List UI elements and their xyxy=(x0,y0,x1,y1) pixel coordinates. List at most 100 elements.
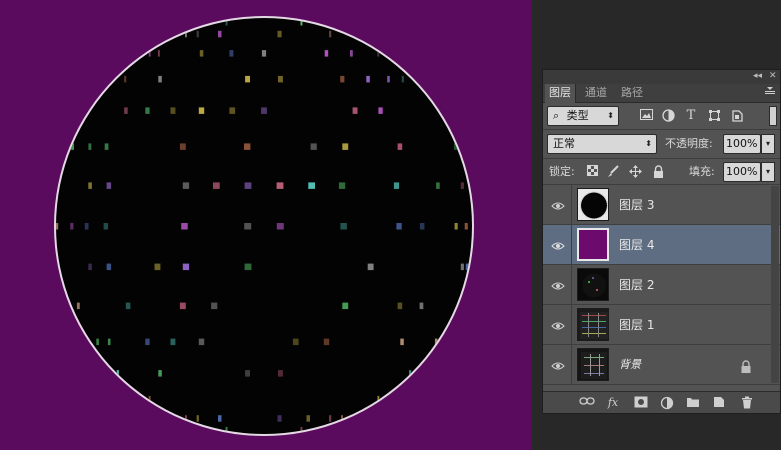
layer-name: 图层 4 xyxy=(619,238,655,252)
mirror-tile xyxy=(419,223,425,230)
fx-icon[interactable]: fx xyxy=(605,396,621,410)
layer-row[interactable]: 图层 3 xyxy=(543,185,780,225)
filter-toggle-switch[interactable] xyxy=(769,106,777,126)
layer-list: 图层 3 图层 4 图层 2 图层 1 背景 xyxy=(543,185,780,387)
mirror-tile xyxy=(401,75,404,83)
mirror-tile xyxy=(306,415,310,422)
mirror-tile xyxy=(196,415,199,422)
mirror-tile xyxy=(106,182,112,189)
mirror-tile xyxy=(181,223,188,230)
mirror-tile xyxy=(329,415,332,422)
mirror-tile xyxy=(454,223,458,230)
layer-name: 图层 3 xyxy=(619,198,655,212)
link-layers-icon[interactable] xyxy=(579,396,595,410)
lock-all-icon[interactable] xyxy=(651,165,665,179)
layer-name: 图层 1 xyxy=(619,318,655,332)
eye-icon[interactable] xyxy=(551,318,565,332)
mirror-tile xyxy=(244,263,252,271)
new-group-icon[interactable] xyxy=(685,396,701,410)
mirror-tile xyxy=(244,143,251,150)
chevron-updown-icon: ⬍ xyxy=(645,139,652,148)
lock-transparent-pixels-icon[interactable] xyxy=(585,165,599,179)
tab-layers[interactable]: 图层 xyxy=(545,84,576,103)
lock-position-icon[interactable] xyxy=(628,165,642,179)
mirror-tile xyxy=(96,338,99,346)
layers-panel: ◂◂ ✕ 图层 通道 路径 ⌕ 类型 ⬍ T 正常 ⬍ 不透明度: 100% ▾… xyxy=(542,69,781,414)
mirror-tile xyxy=(323,338,330,346)
eye-icon[interactable] xyxy=(551,238,565,252)
fill-input[interactable]: 100% xyxy=(723,162,761,182)
mirror-tile xyxy=(229,50,234,57)
disco-ball-image xyxy=(54,16,474,436)
mirror-tile xyxy=(460,182,464,189)
mirror-tile xyxy=(342,302,349,310)
mirror-tile xyxy=(419,302,424,310)
photoshop-window: ◂◂ ✕ 图层 通道 路径 ⌕ 类型 ⬍ T 正常 ⬍ 不透明度: 100% ▾… xyxy=(0,0,781,450)
mirror-tile xyxy=(387,75,390,83)
mirror-tile xyxy=(352,107,358,114)
layer-row[interactable]: 图层 1 xyxy=(543,305,780,345)
layer-name: 背景 xyxy=(619,358,641,371)
mirror-tile xyxy=(400,338,404,346)
tab-channels[interactable]: 通道 xyxy=(581,84,611,103)
layer-filter-dropdown[interactable]: ⌕ 类型 ⬍ xyxy=(547,106,619,126)
tab-paths[interactable]: 路径 xyxy=(617,84,647,103)
opacity-input[interactable]: 100% xyxy=(723,134,761,154)
hamburger-menu-icon[interactable] xyxy=(764,86,776,99)
divider xyxy=(543,158,780,159)
mirror-tile xyxy=(397,143,403,150)
lock-image-pixels-icon[interactable] xyxy=(606,165,620,179)
document-canvas[interactable] xyxy=(0,0,531,450)
collapse-panel-button[interactable]: ◂◂ xyxy=(753,71,762,82)
mirror-tile xyxy=(397,302,403,310)
eye-icon[interactable] xyxy=(551,358,565,372)
blend-mode-dropdown[interactable]: 正常 ⬍ xyxy=(547,134,657,154)
new-layer-icon[interactable] xyxy=(711,396,727,410)
delete-layer-icon[interactable] xyxy=(739,396,755,410)
image-filter-icon[interactable] xyxy=(639,109,653,123)
smart-object-filter-icon[interactable] xyxy=(730,109,744,123)
mirror-tile xyxy=(218,415,222,422)
mirror-tile xyxy=(198,338,205,346)
layers-scrollbar[interactable] xyxy=(771,186,779,383)
lock-icon xyxy=(740,358,752,373)
mirror-tile xyxy=(179,143,186,150)
type-filter-icon[interactable]: T xyxy=(684,109,698,123)
adjustment-filter-icon[interactable] xyxy=(661,109,675,123)
eye-icon[interactable] xyxy=(551,198,565,212)
divider xyxy=(571,305,572,345)
adjustment-layer-icon[interactable] xyxy=(659,396,675,410)
mirror-tile xyxy=(76,302,80,310)
opacity-slider-button[interactable]: ▾ xyxy=(761,134,775,154)
opacity-label: 不透明度: xyxy=(665,137,713,150)
mirror-tile xyxy=(179,302,186,310)
layer-row[interactable]: 背景 xyxy=(543,345,780,385)
mirror-tile xyxy=(106,263,112,271)
mirror-tile xyxy=(145,107,150,114)
mirror-tile xyxy=(84,223,89,230)
eye-icon[interactable] xyxy=(551,278,565,292)
layer-row[interactable]: 图层 2 xyxy=(543,265,780,305)
mirror-tile xyxy=(310,143,317,150)
mirror-tile xyxy=(350,50,353,57)
close-panel-button[interactable]: ✕ xyxy=(769,71,777,82)
lock-label: 锁定: xyxy=(549,165,575,178)
mirror-tile xyxy=(154,263,161,271)
mirror-tile xyxy=(182,182,190,189)
add-mask-icon[interactable] xyxy=(633,396,649,410)
divider xyxy=(571,345,572,385)
mirror-tile xyxy=(196,30,199,38)
shape-filter-icon[interactable] xyxy=(707,109,721,123)
layer-thumbnail xyxy=(577,268,609,301)
mirror-tile xyxy=(261,107,267,114)
filter-kind-label: 类型 xyxy=(566,109,589,122)
fill-slider-button[interactable]: ▾ xyxy=(761,162,775,182)
mirror-tile xyxy=(277,30,282,38)
chevron-updown-icon: ⬍ xyxy=(607,111,614,120)
layer-row[interactable]: 图层 4 xyxy=(543,225,780,265)
search-icon: ⌕ xyxy=(553,109,560,122)
mirror-tile xyxy=(366,75,370,83)
layer-thumbnail xyxy=(577,228,609,261)
mirror-tile xyxy=(70,223,74,230)
mirror-tile xyxy=(308,182,315,189)
